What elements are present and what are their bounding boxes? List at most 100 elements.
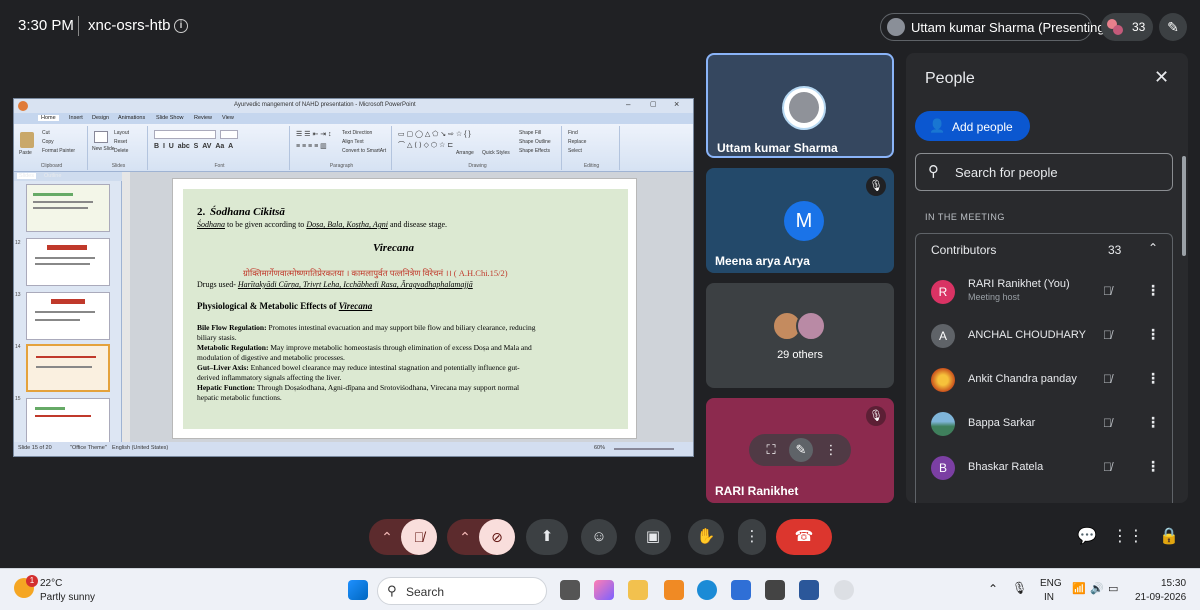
- slide-thumbnail[interactable]: [26, 398, 110, 446]
- copilot-icon[interactable]: [594, 580, 614, 600]
- delete-button[interactable]: Delete: [114, 148, 128, 154]
- participant-tile[interactable]: 🎙 M Meena arya Arya: [706, 168, 894, 273]
- close-icon[interactable]: ×: [674, 99, 679, 109]
- chevron-up-icon[interactable]: ⌃: [447, 519, 483, 555]
- text-direction-button[interactable]: Text Direction: [342, 130, 372, 136]
- quick-styles-button[interactable]: Quick Styles: [482, 150, 510, 156]
- outlook-icon[interactable]: [731, 580, 751, 600]
- self-tile[interactable]: 🎙 ⛶ ✎ ⋮ RARI Ranikhet: [706, 398, 894, 503]
- more-options-icon[interactable]: ⋮: [1146, 370, 1160, 387]
- smartart-button[interactable]: Convert to SmartArt: [342, 148, 386, 154]
- participants-button[interactable]: 33: [1101, 13, 1153, 41]
- slide-thumbnail[interactable]: [26, 238, 110, 286]
- language-top[interactable]: ENG: [1040, 578, 1062, 589]
- add-people-button[interactable]: 👤 Add people: [915, 111, 1030, 141]
- present-screen-button[interactable]: ⬆: [526, 519, 568, 555]
- participant-tile[interactable]: Uttam kumar Sharma: [706, 53, 894, 158]
- windows-start-icon[interactable]: [348, 580, 368, 600]
- word-icon[interactable]: [799, 580, 819, 600]
- chat-icon[interactable]: 💬: [1069, 519, 1105, 555]
- shape-effects-button[interactable]: Shape Effects: [519, 148, 550, 154]
- select-button[interactable]: Select: [568, 148, 582, 154]
- chevron-up-icon[interactable]: ⌃: [1148, 241, 1158, 255]
- info-icon[interactable]: i: [174, 19, 188, 33]
- mic-off-icon[interactable]: 🎙̸: [1103, 372, 1112, 386]
- reset-button[interactable]: Reset: [114, 139, 127, 145]
- chevron-up-icon[interactable]: ⌃: [988, 582, 998, 596]
- volume-icon[interactable]: 🔊: [1090, 582, 1104, 595]
- chrome-icon[interactable]: [834, 580, 854, 600]
- mic-off-icon[interactable]: 🎙̸: [1103, 328, 1112, 342]
- copy-button[interactable]: Copy: [42, 139, 54, 145]
- layout-button[interactable]: Layout: [114, 130, 129, 136]
- tab-view[interactable]: View: [222, 115, 234, 121]
- tab-design[interactable]: Design: [92, 115, 109, 121]
- edit-icon[interactable]: ✎: [789, 438, 813, 462]
- emoji-button[interactable]: ☺: [581, 519, 617, 555]
- more-options-icon[interactable]: ⋮: [1146, 326, 1160, 343]
- format-painter-button[interactable]: Format Painter: [42, 148, 75, 154]
- taskbar-search[interactable]: ⚲ Search: [377, 577, 547, 605]
- font-size-input[interactable]: [220, 130, 238, 139]
- host-controls-icon[interactable]: 🔒: [1151, 519, 1187, 555]
- file-explorer-icon[interactable]: [628, 580, 648, 600]
- participant-row[interactable]: Ankit Chandra panday 🎙̸ ⋮: [916, 358, 1174, 402]
- align-icon[interactable]: ≡ ≡ ≡ ≡ ▥: [296, 142, 327, 150]
- bold-icon[interactable]: B I U abc S AV Aa A: [154, 143, 233, 150]
- raise-hand-button[interactable]: ✋: [688, 519, 724, 555]
- task-view-icon[interactable]: [560, 580, 580, 600]
- minimize-icon[interactable]: –: [626, 100, 630, 109]
- store-icon[interactable]: [765, 580, 785, 600]
- shape-outline-button[interactable]: Shape Outline: [519, 139, 551, 145]
- panel-scrollbar[interactable]: [1182, 156, 1186, 256]
- tab-slides[interactable]: Slides: [17, 173, 36, 179]
- language-bottom[interactable]: IN: [1044, 592, 1054, 603]
- others-tile[interactable]: 29 others: [706, 283, 894, 388]
- slide-thumbnail-selected[interactable]: [26, 344, 110, 392]
- slide-thumbnail[interactable]: [26, 292, 110, 340]
- shapes-gallery-icon-2[interactable]: ⌒ △ ⟨ ⟩ ◇ ⬡ ☆ ⊏: [398, 140, 453, 150]
- app-icon[interactable]: [664, 580, 684, 600]
- zoom-slider[interactable]: [614, 448, 674, 450]
- more-options-button[interactable]: ⋮: [738, 519, 766, 555]
- camera-off-button[interactable]: ⊘: [479, 519, 515, 555]
- more-options-icon[interactable]: ⋮: [1146, 282, 1160, 299]
- participant-row[interactable]: Bappa Sarkar 🎙̸ ⋮: [916, 402, 1174, 446]
- slide-thumbnail[interactable]: [26, 184, 110, 232]
- mic-off-icon[interactable]: 🎙̸: [1103, 416, 1112, 430]
- list-icon[interactable]: ☰ ☰ ⇤ ⇥ ↕: [296, 130, 332, 138]
- find-button[interactable]: Find: [568, 130, 578, 136]
- paste-icon[interactable]: [20, 132, 34, 148]
- maximize-icon[interactable]: ▢: [650, 100, 657, 108]
- mic-off-button[interactable]: 🎙̸: [401, 519, 437, 555]
- new-slide-icon[interactable]: [94, 131, 108, 143]
- slides-pane-scrollbar[interactable]: [122, 172, 130, 442]
- activities-icon[interactable]: ⋮⋮: [1110, 519, 1146, 555]
- leave-call-button[interactable]: ☎: [776, 519, 832, 555]
- current-slide[interactable]: 2. Śodhana Cikitsā Śodhana to be given a…: [172, 178, 637, 439]
- search-people-input[interactable]: ⚲ Search for people: [915, 153, 1173, 191]
- edit-pen-icon[interactable]: ✎: [1159, 13, 1187, 41]
- participant-row[interactable]: R RARI Ranikhet (You) Meeting host 🎙̸ ⋮: [916, 270, 1174, 314]
- cut-button[interactable]: Cut: [42, 130, 50, 136]
- presenting-chip[interactable]: Uttam kumar Sharma (Presenting): [880, 13, 1109, 41]
- tab-outline[interactable]: Outline: [44, 173, 61, 179]
- arrange-button[interactable]: Arrange: [456, 150, 474, 156]
- frame-icon[interactable]: ⛶: [761, 440, 781, 460]
- tab-review[interactable]: Review: [194, 115, 212, 121]
- clock-date[interactable]: 21-09-2026: [1135, 592, 1186, 603]
- battery-icon[interactable]: ▭: [1108, 582, 1118, 595]
- replace-button[interactable]: Replace: [568, 139, 586, 145]
- mic-off-icon[interactable]: 🎙̸: [1103, 284, 1112, 298]
- wifi-icon[interactable]: 📶: [1072, 582, 1086, 595]
- clock-time[interactable]: 15:30: [1161, 578, 1186, 589]
- participant-row[interactable]: A ANCHAL CHOUDHARY 🎙̸ ⋮: [916, 314, 1174, 358]
- tab-home[interactable]: Home: [38, 115, 59, 121]
- edge-icon[interactable]: [697, 580, 717, 600]
- shape-fill-button[interactable]: Shape Fill: [519, 130, 541, 136]
- mic-off-icon[interactable]: 🎙̸: [1103, 460, 1112, 474]
- mic-icon[interactable]: 🎙: [1012, 581, 1027, 595]
- shapes-gallery-icon[interactable]: ▭ ▢ ◯ △ ⬠ ↘ ⇨ ☆ { }: [398, 130, 471, 138]
- font-name-input[interactable]: [154, 130, 216, 139]
- zoom-level[interactable]: 60%: [594, 445, 605, 451]
